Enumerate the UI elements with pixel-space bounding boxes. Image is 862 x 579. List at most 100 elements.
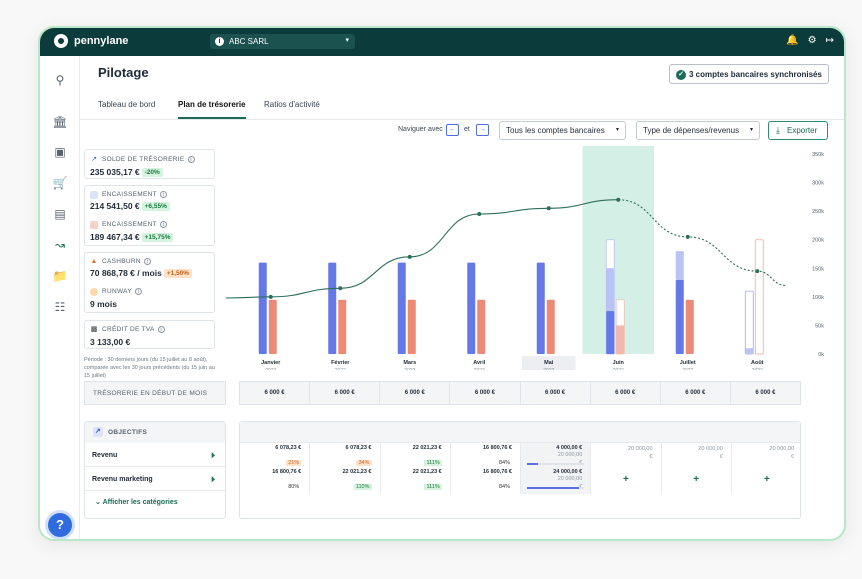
line-point <box>685 234 690 239</box>
grid-cell[interactable]: 22 021,23 € 111% <box>381 445 450 469</box>
x-tick-label: Mai <box>544 360 554 366</box>
pin-icon[interactable]: ⏵ <box>211 475 215 485</box>
export-label: Exporter <box>787 126 818 135</box>
grid-cell[interactable]: 16 800,76 € 84% <box>451 469 520 493</box>
add-objective-button[interactable]: + <box>591 474 660 485</box>
line-point <box>477 212 482 216</box>
cell-amount: 16 800,76 € <box>482 445 512 451</box>
treasury-cell: 6 000 € <box>755 390 776 396</box>
company-switcher[interactable]: i ABC SARL ▾ <box>210 34 355 49</box>
kpi-solde[interactable]: ↗ SOLDE DE TRÉSORERIE i 235 035,17 € -20% <box>84 149 215 179</box>
logo[interactable]: pennylane <box>54 34 128 48</box>
logo-icon <box>54 34 68 48</box>
cell-amount: 6 078,23 € <box>275 445 302 451</box>
objectives-grid: 6 078,23 € 21% 16 800,76 € 80% 6 078,23 € 34%… <box>239 421 801 519</box>
kpi-tva-label: CRÉDIT DE TVA <box>102 326 155 334</box>
folder-icon[interactable]: 📁 <box>52 268 68 284</box>
kpi-tva[interactable]: ▩ CRÉDIT DE TVA i 3 133,00 € <box>84 320 215 349</box>
wallet-icon[interactable]: ▣ <box>52 144 68 160</box>
grid-cell[interactable]: 16 800,76 € 84% <box>451 445 520 469</box>
sidebar: ⚲ 🏛 ▣ 🛒 ▤ ↝ 📁 ☷ ? <box>40 56 80 539</box>
treasury-start-label: TRÉSORERIE EN DÉBUT DE MOIS <box>84 381 226 405</box>
bank-sync-button[interactable]: ✓ 3 comptes bancaires synchronisés <box>669 64 829 84</box>
help-icon[interactable]: ? <box>48 513 72 537</box>
grid-cell[interactable]: 16 800,76 € 80% <box>240 469 309 493</box>
kpi-enc1-badge: +6,55% <box>141 202 170 212</box>
arrow-right-icon[interactable]: → <box>476 124 489 136</box>
treasury-line <box>226 199 619 299</box>
line-point <box>338 286 343 291</box>
company-name: ABC SARL <box>229 37 269 46</box>
kpi-solde-value: 235 035,17 € <box>90 167 140 177</box>
grid-cell[interactable]: 20 000,00 € <box>732 445 802 461</box>
grid-cell[interactable]: 22 021,23 € 111% <box>381 469 450 493</box>
add-objective-button[interactable]: + <box>662 474 731 485</box>
bell-icon[interactable]: 🔔 <box>786 35 798 46</box>
bar-decaissement <box>546 299 555 354</box>
tab-ratios-activite[interactable]: Ratios d'activité <box>264 100 320 109</box>
show-categories-link[interactable]: ⌄ Afficher les catégories <box>85 491 225 506</box>
x-tick-label: Janvier <box>261 360 281 366</box>
objectives-title: OBJECTIFS <box>108 429 148 436</box>
line-point <box>546 206 551 211</box>
kpi-cashburn[interactable]: ▲ CASHBURN i 70 868,78 € / mois +1,50% RUN… <box>84 252 215 313</box>
cell-amount: 22 021,23 € <box>412 469 442 475</box>
cell-amount: 16 800,76 € <box>482 469 512 475</box>
flame-icon: ▲ <box>90 258 98 265</box>
grid-header <box>240 422 800 443</box>
cell-percent: 111% <box>424 460 442 466</box>
bar-decaissement <box>407 299 416 354</box>
x-tick-label: Juin <box>613 360 625 366</box>
info-icon: i <box>187 156 195 163</box>
info-icon: i <box>159 221 167 228</box>
cell-percent: 84% <box>498 484 510 490</box>
grid-cell[interactable]: 6 078,23 € 34% <box>310 445 379 469</box>
cell-target: 20 000,00 <box>698 446 723 452</box>
info-icon: i <box>215 37 224 46</box>
show-categories-label: Afficher les catégories <box>102 499 178 506</box>
grid-cell[interactable]: 22 021,23 € 110% <box>310 469 379 493</box>
search-icon[interactable]: ⚲ <box>52 72 68 88</box>
objective-row-revenu[interactable]: Revenu ⏵ <box>85 443 225 467</box>
progress-fill <box>527 463 539 465</box>
accounts-select[interactable]: Tous les comptes bancaires ▾ <box>499 121 626 140</box>
kpi-encaissements[interactable]: ENCAISSEMENT i 214 541,50 € +6,55% ENCAISS… <box>84 185 215 246</box>
grid-cell[interactable]: 20 000,00 € <box>591 445 660 461</box>
info-icon: i <box>143 258 151 265</box>
kpi-enc1-value: 214 541,50 € <box>90 201 140 211</box>
store-icon[interactable]: ▤ <box>52 206 68 222</box>
documents-icon[interactable]: ☷ <box>52 299 68 315</box>
pin-icon[interactable]: ⏵ <box>211 451 215 461</box>
add-objective-button[interactable]: + <box>732 474 802 485</box>
period-note: Période : 30 derniers jours (du 15 juill… <box>84 357 215 379</box>
target-icon: ↗ <box>93 427 103 437</box>
grid-cell[interactable]: 20 000,00 € <box>662 445 731 461</box>
type-select[interactable]: Type de dépenses/revenus ▾ <box>636 121 760 140</box>
tab-plan-de-tresorerie[interactable]: Plan de trésorerie <box>178 100 246 119</box>
cart-icon[interactable]: 🛒 <box>52 175 68 191</box>
treasury-cell: 6 000 € <box>380 382 451 404</box>
objective-row-marketing[interactable]: Revenu marketing ⏵ <box>85 467 225 491</box>
cell-target: 20 000,00 <box>628 446 653 452</box>
gear-icon[interactable]: ⚙ <box>808 35 817 46</box>
kpi-cashburn-badge: +1,50% <box>163 269 193 279</box>
cell-unit: € <box>649 454 653 460</box>
top-bar: pennylane i ABC SARL ▾ 🔔 ⚙ ↦ <box>40 28 844 56</box>
tab-tableau-de-bord[interactable]: Tableau de bord <box>98 100 155 109</box>
cell-unit: € <box>790 454 794 460</box>
logout-icon[interactable]: ↦ <box>826 35 834 46</box>
receipt-icon: ▩ <box>90 326 98 333</box>
grid-column: 20 000,00 € + <box>732 443 802 494</box>
app-window: pennylane i ABC SARL ▾ 🔔 ⚙ ↦ ⚲ 🏛 ▣ 🛒 ▤ ↝ 📁… <box>38 26 846 541</box>
arrow-left-icon[interactable]: ← <box>446 124 459 136</box>
kpi-enc1-label: ENCAISSEMENT <box>102 191 157 199</box>
y-tick-label: 100k <box>812 295 824 301</box>
line-point <box>407 254 412 259</box>
y-tick-label: 300k <box>812 181 824 187</box>
chart-icon[interactable]: ↝ <box>52 237 68 253</box>
kpi-enc2-value: 189 467,34 € <box>90 232 140 242</box>
bank-icon[interactable]: 🏛 <box>52 114 68 130</box>
grid-cell[interactable]: 6 078,23 € 21% <box>240 445 309 469</box>
export-button[interactable]: ⤓ Exporter <box>768 121 828 140</box>
grid-column: 20 000,00 € + <box>662 443 732 494</box>
